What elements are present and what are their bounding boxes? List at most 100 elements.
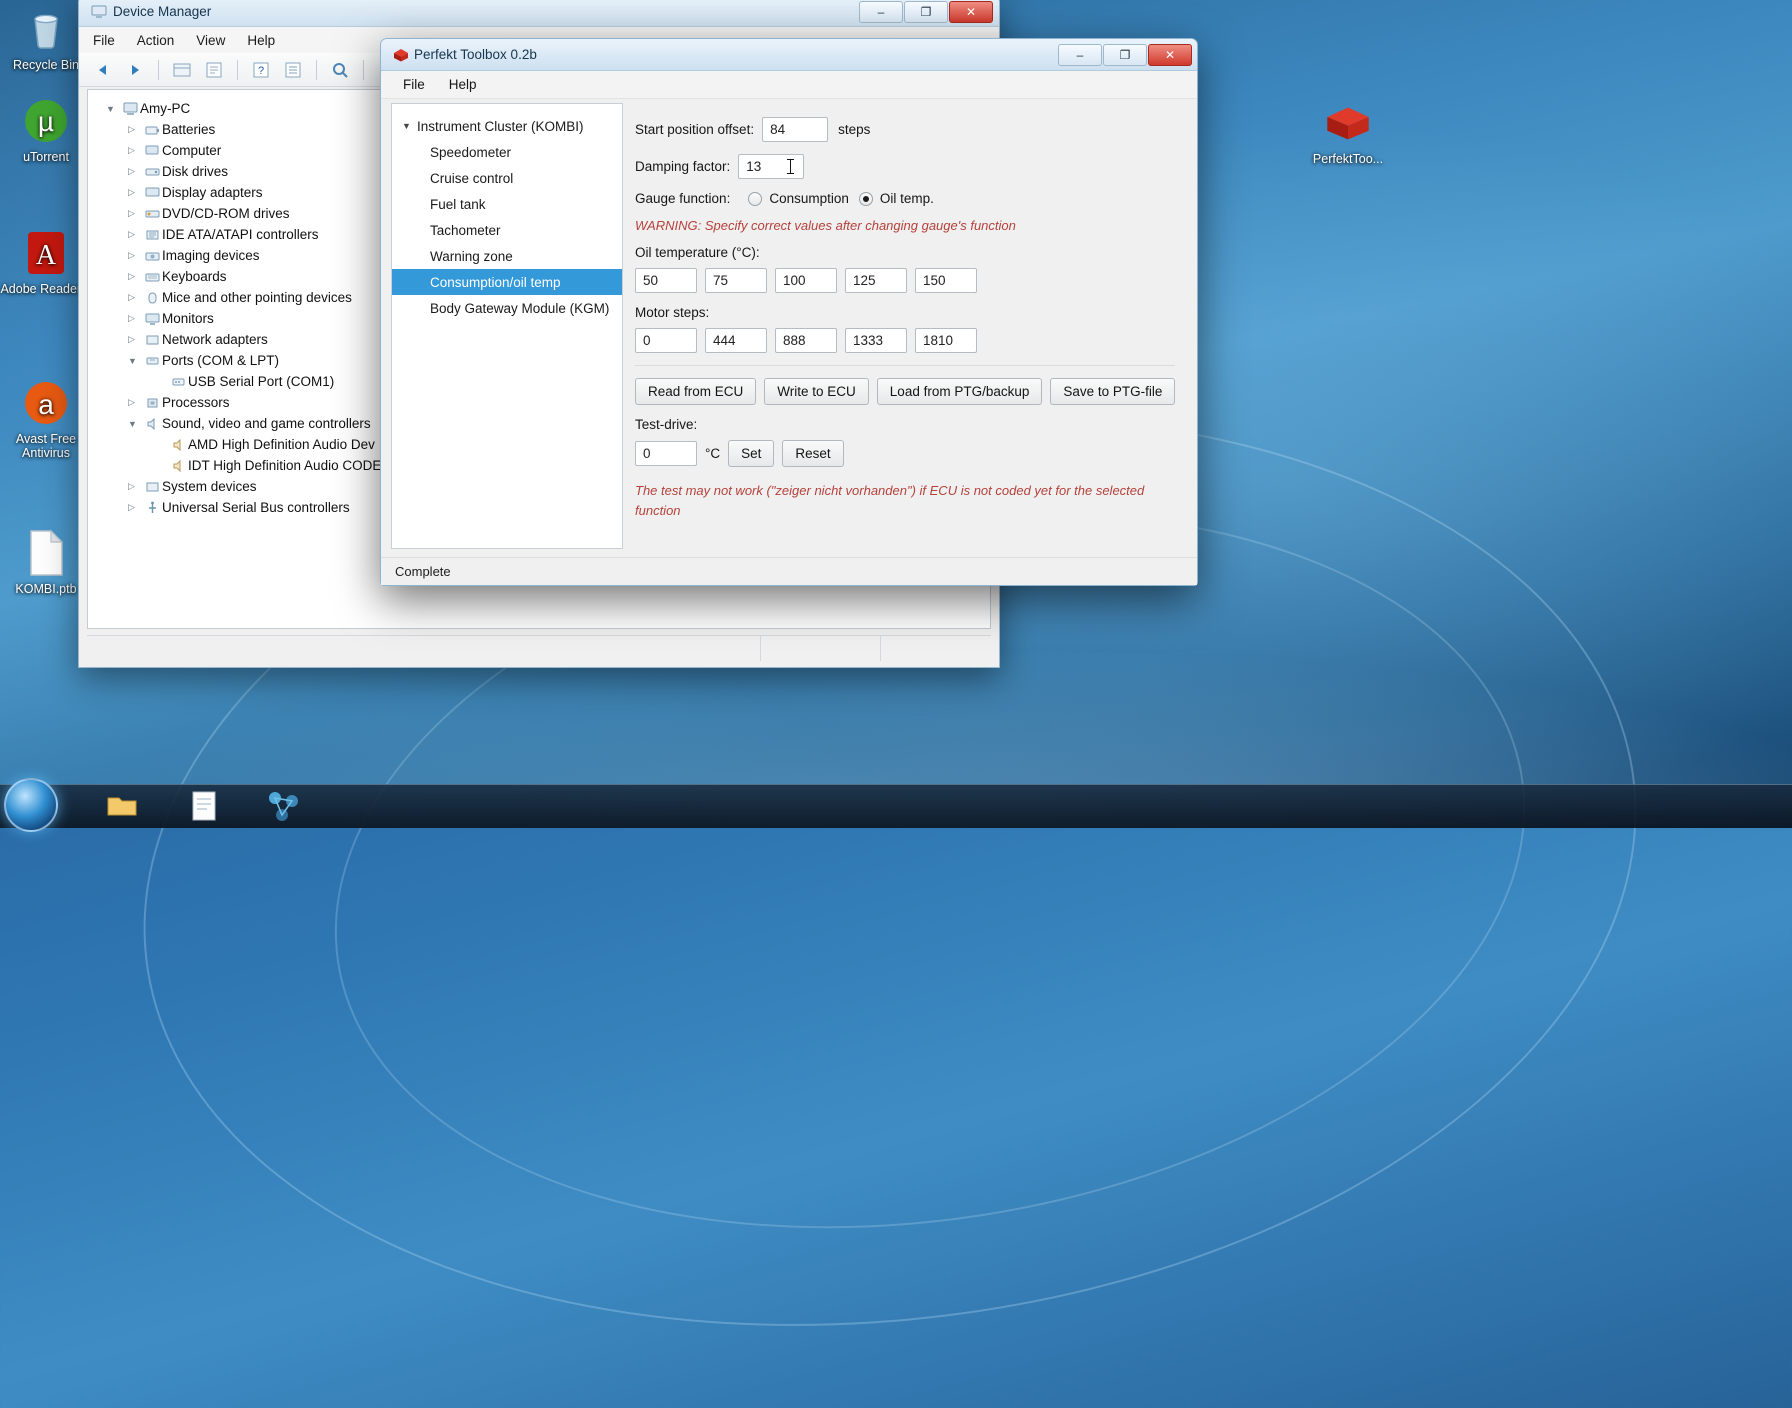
start-position-offset-row: Start position offset: steps <box>635 117 1187 142</box>
toolbox-title-bar[interactable]: Perfekt Toolbox 0.2b – ❐ ✕ <box>381 39 1197 71</box>
tree-node-label: Ports (COM & LPT) <box>162 353 280 368</box>
help-icon[interactable]: ? <box>249 59 273 81</box>
expander-icon[interactable]: ▷ <box>128 292 142 303</box>
menu-item-help[interactable]: Help <box>247 33 275 48</box>
start-position-offset-unit: steps <box>838 122 871 137</box>
menu-item-action[interactable]: Action <box>137 33 175 48</box>
show-hidden-icon[interactable] <box>170 59 194 81</box>
menu-item-file[interactable]: File <box>93 33 115 48</box>
maximize-button[interactable]: ❐ <box>904 0 948 23</box>
minimize-button[interactable]: – <box>859 0 903 23</box>
motor-steps-input-4[interactable] <box>845 328 907 353</box>
desktop-icon-label: uTorrent <box>23 150 69 164</box>
expander-icon[interactable]: ▼ <box>128 419 142 429</box>
radio-consumption-label[interactable]: Consumption <box>769 191 849 206</box>
perfekt-toolbox-window[interactable]: Perfekt Toolbox 0.2b – ❐ ✕ File Help ▼ I… <box>380 38 1198 586</box>
back-arrow-icon[interactable] <box>91 59 115 81</box>
damping-factor-input[interactable] <box>738 154 805 179</box>
usb-controller-icon <box>142 501 162 515</box>
menu-item-help[interactable]: Help <box>449 77 477 92</box>
toolbox-module-tree[interactable]: ▼ Instrument Cluster (KOMBI) Speedometer… <box>391 103 623 549</box>
expander-icon[interactable]: ▷ <box>128 124 142 135</box>
expander-icon[interactable]: ▷ <box>128 271 142 282</box>
read-from-ecu-button[interactable]: Read from ECU <box>635 378 757 405</box>
motor-steps-input-5[interactable] <box>915 328 977 353</box>
tree-item-speedometer[interactable]: Speedometer <box>392 139 622 165</box>
toolbar-separator <box>237 59 238 80</box>
expander-icon[interactable]: ▼ <box>128 356 142 366</box>
radio-oil-temp[interactable] <box>858 191 873 206</box>
motor-steps-input-3[interactable] <box>775 328 837 353</box>
test-drive-set-button[interactable]: Set <box>728 440 775 467</box>
utorrent-icon: µ <box>21 96 71 146</box>
load-from-ptg-backup-button[interactable]: Load from PTG/backup <box>876 378 1043 405</box>
device-manager-status-bar <box>87 635 991 661</box>
oil-temp-input-4[interactable] <box>845 268 907 293</box>
start-position-offset-input[interactable] <box>762 117 829 142</box>
test-drive-input[interactable] <box>635 441 697 466</box>
tree-item-warning-zone[interactable]: Warning zone <box>392 243 622 269</box>
audio-device-icon <box>168 438 188 452</box>
expander-icon[interactable]: ▷ <box>128 481 142 492</box>
menu-item-view[interactable]: View <box>196 33 225 48</box>
tree-item-instrument-cluster[interactable]: ▼ Instrument Cluster (KOMBI) <box>392 113 622 139</box>
expander-icon[interactable]: ▷ <box>128 187 142 198</box>
radio-consumption[interactable] <box>748 191 763 206</box>
oil-temp-input-5[interactable] <box>915 268 977 293</box>
properties-icon[interactable] <box>202 59 226 81</box>
motor-steps-label: Motor steps: <box>635 305 710 320</box>
taskbar[interactable] <box>0 778 1792 832</box>
avast-icon: a <box>21 378 71 428</box>
save-to-ptg-file-button[interactable]: Save to PTG-file <box>1050 378 1176 405</box>
scan-hardware-icon[interactable] <box>328 59 352 81</box>
tree-item-tachometer[interactable]: Tachometer <box>392 217 622 243</box>
status-cell <box>87 636 761 661</box>
recycle-bin-icon <box>21 4 71 54</box>
toolbox-menu-bar: File Help <box>381 71 1197 99</box>
taskbar-item-explorer[interactable] <box>96 786 148 826</box>
tree-item-consumption-oil-temp[interactable]: Consumption/oil temp <box>392 269 622 295</box>
tree-item-fuel-tank[interactable]: Fuel tank <box>392 191 622 217</box>
chevron-down-icon[interactable]: ▼ <box>402 121 417 131</box>
tree-node-label: AMD High Definition Audio Dev <box>188 437 375 452</box>
motor-steps-input-2[interactable] <box>705 328 767 353</box>
oil-temp-input-1[interactable] <box>635 268 697 293</box>
tree-item-body-gateway-module[interactable]: Body Gateway Module (KGM) <box>392 295 622 321</box>
test-drive-reset-button[interactable]: Reset <box>782 440 844 467</box>
expander-icon[interactable]: ▷ <box>128 166 142 177</box>
expander-icon[interactable]: ▷ <box>128 397 142 408</box>
write-to-ecu-button[interactable]: Write to ECU <box>764 378 869 405</box>
expander-icon[interactable]: ▼ <box>106 104 120 114</box>
details-icon[interactable] <box>281 59 305 81</box>
mouse-icon <box>142 291 162 305</box>
minimize-button[interactable]: – <box>1058 43 1102 66</box>
oil-temp-input-2[interactable] <box>705 268 767 293</box>
tree-item-cruise-control[interactable]: Cruise control <box>392 165 622 191</box>
device-manager-title-bar[interactable]: Device Manager – ❐ ✕ <box>79 0 999 27</box>
expander-icon[interactable]: ▷ <box>128 334 142 345</box>
motor-steps-input-1[interactable] <box>635 328 697 353</box>
desktop-icon-perfekt-toolbox[interactable]: PerfektToo... <box>1298 98 1398 166</box>
expander-icon[interactable]: ▷ <box>128 229 142 240</box>
perfekt-toolbox-icon <box>392 47 408 63</box>
svg-text:a: a <box>38 389 54 420</box>
radio-oil-temp-label[interactable]: Oil temp. <box>880 191 934 206</box>
expander-icon[interactable]: ▷ <box>128 502 142 513</box>
windows-start-orb-icon[interactable] <box>4 778 58 832</box>
taskbar-item-document[interactable] <box>178 786 230 826</box>
taskbar-item-network-app[interactable] <box>254 786 314 826</box>
tree-node-label: Network adapters <box>162 332 268 347</box>
toolbox-body: ▼ Instrument Cluster (KOMBI) Speedometer… <box>391 103 1187 549</box>
maximize-button[interactable]: ❐ <box>1103 43 1147 66</box>
close-button[interactable]: ✕ <box>949 0 993 23</box>
menu-item-file[interactable]: File <box>403 77 425 92</box>
expander-icon[interactable]: ▷ <box>128 145 142 156</box>
expander-icon[interactable]: ▷ <box>128 208 142 219</box>
close-button[interactable]: ✕ <box>1148 43 1192 66</box>
forward-arrow-icon[interactable] <box>123 59 147 81</box>
oil-temp-input-3[interactable] <box>775 268 837 293</box>
gauge-function-warning: WARNING: Specify correct values after ch… <box>635 218 1016 233</box>
tree-node-label: IDT High Definition Audio CODE <box>188 458 382 473</box>
expander-icon[interactable]: ▷ <box>128 313 142 324</box>
expander-icon[interactable]: ▷ <box>128 250 142 261</box>
